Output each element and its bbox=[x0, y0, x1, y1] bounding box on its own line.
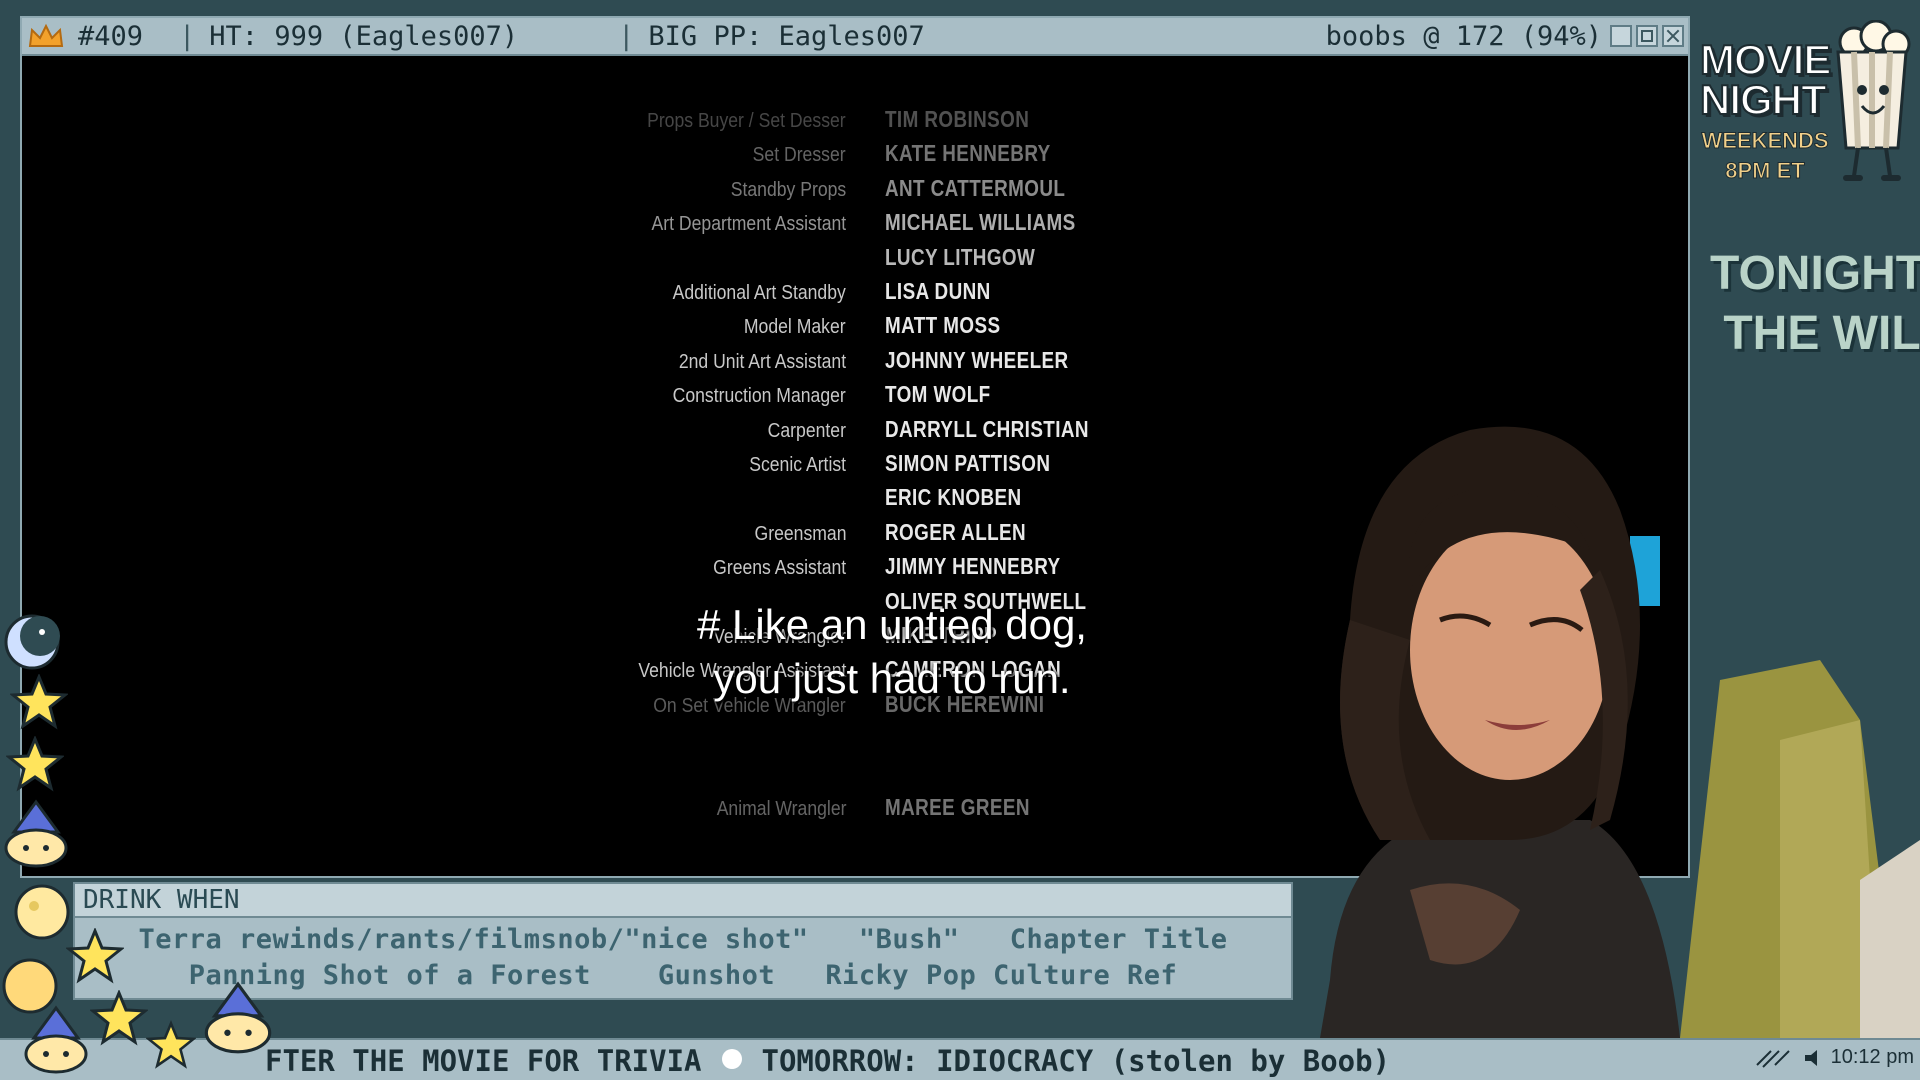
credit-row: Model Maker MATT MOSS bbox=[22, 312, 1688, 346]
star-icon bbox=[66, 928, 124, 984]
credit-role: Construction Manager bbox=[672, 385, 846, 408]
credit-row: Art Department Assistant MICHAEL WILLIAMS bbox=[22, 209, 1688, 243]
title-separator: | bbox=[618, 20, 635, 52]
credit-row: LUCY LITHGOW bbox=[22, 244, 1688, 278]
star-icon bbox=[146, 1020, 196, 1069]
star-icon bbox=[90, 990, 148, 1046]
credit-name: ERIC KNOBEN bbox=[885, 484, 1022, 511]
clock[interactable]: 10:12 pm bbox=[1831, 1046, 1914, 1069]
title-status: boobs @ 172 (94%) bbox=[1325, 20, 1602, 52]
credit-role: Standby Props bbox=[730, 178, 846, 201]
ticker-text: FTER THE MOVIE FOR TRIVIA TOMORROW: IDIOC… bbox=[265, 1044, 1390, 1078]
credit-row: Standby Props ANT CATTERMOUL bbox=[22, 175, 1688, 209]
credit-name: DARRYLL CHRISTIAN bbox=[885, 415, 1089, 442]
moon-sticker-icon bbox=[4, 614, 60, 670]
credit-role: Greens Assistant bbox=[712, 557, 846, 580]
credit-row: Props Buyer / Set Desser TIM ROBINSON bbox=[22, 106, 1688, 140]
credit-role: Animal Wrangler bbox=[716, 798, 846, 820]
ticker-message: FTER THE MOVIE FOR TRIVIA bbox=[265, 1044, 702, 1078]
credit-row: 2nd Unit Art Assistant JOHNNY WHEELER bbox=[22, 347, 1688, 381]
credit-role: Additional Art Standby bbox=[672, 282, 846, 304]
system-tray: 10:12 pm bbox=[1753, 1046, 1914, 1069]
star-icon bbox=[6, 736, 64, 792]
movie-night-banner: MOVIE NIGHT WEEKENDS 8PM ET bbox=[1699, 20, 1911, 186]
credit-name: MATT MOSS bbox=[885, 312, 1001, 339]
credit-name: LUCY LITHGOW bbox=[885, 243, 1036, 270]
credit-name: ROGER ALLEN bbox=[885, 518, 1027, 545]
ticker-message: TOMORROW: IDIOCRACY (stolen by Boob) bbox=[761, 1044, 1391, 1078]
credit-row: Set Dresser KATE HENNEBRY bbox=[22, 140, 1688, 174]
title-separator: | bbox=[179, 20, 196, 52]
crown-icon bbox=[28, 23, 64, 47]
wizard-cat-sticker-icon bbox=[4, 799, 68, 868]
wizard-cat-sticker-icon bbox=[204, 981, 272, 1054]
bottom-ticker: FTER THE MOVIE FOR TRIVIA TOMORROW: IDIOC… bbox=[0, 1038, 1920, 1080]
tonight-banner: TONIGHT: THE WIL bbox=[1710, 244, 1920, 364]
close-button[interactable] bbox=[1662, 25, 1684, 47]
credit-role: Carpenter bbox=[767, 419, 846, 442]
credit-role: Model Maker bbox=[744, 316, 846, 339]
drink-rules-line: Terra rewinds/rants/filmsnob/"nice shot"… bbox=[138, 924, 1228, 955]
credit-role: Set Dresser bbox=[753, 144, 846, 167]
title-big-pp: BIG PP: Eagles007 bbox=[648, 20, 925, 52]
credit-role: 2nd Unit Art Assistant bbox=[678, 350, 846, 373]
maximize-button[interactable] bbox=[1636, 25, 1658, 47]
credit-role: Greensman bbox=[754, 522, 846, 545]
drink-when-header: DRINK WHEN bbox=[75, 884, 1291, 918]
credit-row: Construction Manager TOM WOLF bbox=[22, 381, 1688, 415]
movie-night-schedule: WEEKENDS 8PM ET bbox=[1700, 126, 1830, 186]
minimize-button[interactable] bbox=[1610, 25, 1632, 47]
moon-sticker-icon bbox=[14, 884, 70, 940]
credit-name: MAREE GREEN bbox=[885, 794, 1030, 820]
credit-name: JIMMY HENNEBRY bbox=[885, 553, 1061, 580]
network-icon[interactable] bbox=[1753, 1047, 1793, 1069]
credit-name: TOM WOLF bbox=[885, 381, 991, 408]
credit-name: ANT CATTERMOUL bbox=[885, 174, 1066, 201]
subtitle: # Like an untied dog, you just had to ru… bbox=[522, 598, 1262, 706]
popcorn-mascot-icon bbox=[1836, 20, 1911, 181]
tonight-title: THE WIL bbox=[1710, 307, 1920, 360]
movie-night-title: MOVIE NIGHT bbox=[1699, 36, 1832, 123]
subtitle-line: # Like an untied dog, bbox=[697, 601, 1087, 648]
tonight-label: TONIGHT: bbox=[1710, 247, 1920, 300]
credit-name: MICHAEL WILLIAMS bbox=[885, 209, 1076, 236]
credit-name: KATE HENNEBRY bbox=[885, 140, 1051, 167]
webcam-feed bbox=[1320, 426, 1920, 1038]
credit-row: Additional Art Standby LISA DUNN bbox=[22, 278, 1688, 312]
subtitle-line: you just had to run. bbox=[713, 655, 1071, 702]
credit-role: Props Buyer / Set Desser bbox=[647, 110, 846, 132]
window-titlebar[interactable]: #409 | HT: 999 (Eagles007) | BIG PP: Eag… bbox=[22, 18, 1688, 56]
schedule-time: 8PM ET bbox=[1725, 158, 1805, 184]
credit-role: Art Department Assistant bbox=[651, 213, 846, 236]
credit-name: LISA DUNN bbox=[885, 278, 991, 304]
volume-icon[interactable] bbox=[1803, 1047, 1821, 1069]
star-icon bbox=[10, 674, 68, 730]
credit-name: JOHNNY WHEELER bbox=[885, 346, 1069, 373]
credit-role: Scenic Artist bbox=[749, 454, 846, 476]
credit-name: TIM ROBINSON bbox=[885, 106, 1030, 132]
title-high-tip: HT: 999 (Eagles007) bbox=[209, 20, 519, 52]
credit-name: SIMON PATTISON bbox=[885, 450, 1051, 476]
wizard-cat-sticker-icon bbox=[24, 1005, 88, 1074]
schedule-days: WEEKENDS bbox=[1701, 128, 1829, 154]
ticker-bullet-icon bbox=[721, 1049, 742, 1069]
title-counter: #409 bbox=[78, 20, 144, 52]
